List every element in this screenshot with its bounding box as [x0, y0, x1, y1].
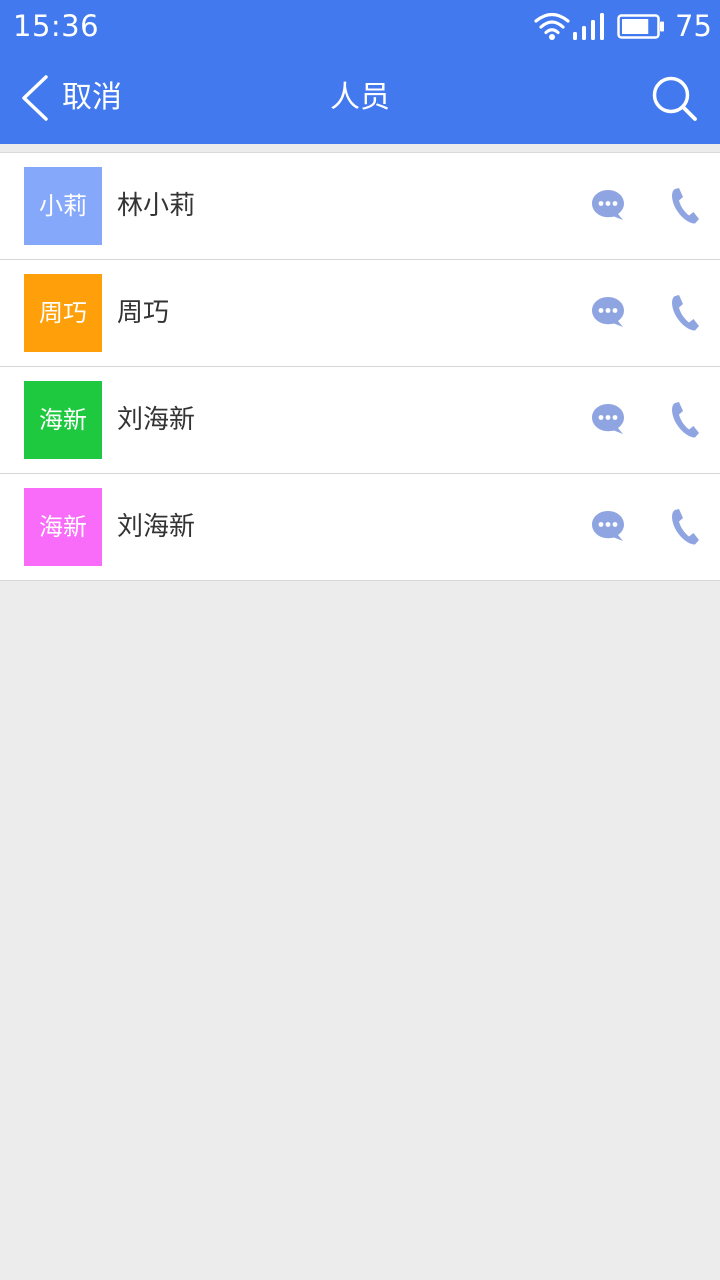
- contact-row[interactable]: 海新 刘海新: [0, 367, 720, 474]
- contact-name: 林小莉: [117, 191, 196, 221]
- phone-icon[interactable]: [668, 508, 700, 546]
- contact-list: 小莉 林小莉 周巧 周巧 海新 刘海新 海新 刘海新: [0, 152, 720, 581]
- avatar: 海新: [24, 381, 102, 459]
- status-bar: 15:36 75: [0, 0, 720, 52]
- contact-name: 周巧: [117, 298, 170, 328]
- back-chevron-icon: [22, 75, 48, 121]
- avatar: 海新: [24, 488, 102, 566]
- phone-icon[interactable]: [668, 401, 700, 439]
- chat-bubble-icon[interactable]: [590, 294, 626, 330]
- signal-icon: [573, 13, 604, 40]
- battery-level-text: 75: [675, 9, 712, 43]
- contact-row[interactable]: 小莉 林小莉: [0, 153, 720, 260]
- chat-bubble-icon[interactable]: [590, 508, 626, 544]
- avatar: 周巧: [24, 274, 102, 352]
- cancel-button[interactable]: 取消: [18, 72, 122, 124]
- wifi-icon: [534, 12, 570, 40]
- page-title: 人员: [330, 80, 390, 115]
- cancel-label: 取消: [62, 80, 122, 115]
- battery-icon: [617, 14, 664, 39]
- status-time: 15:36: [13, 9, 100, 43]
- phone-icon[interactable]: [668, 187, 700, 225]
- contact-row[interactable]: 周巧 周巧: [0, 260, 720, 367]
- contact-name: 刘海新: [117, 405, 196, 435]
- search-icon[interactable]: [650, 74, 698, 122]
- nav-bar: 取消 人员: [0, 52, 720, 144]
- contact-name: 刘海新: [117, 512, 196, 542]
- app-header: 15:36 75 取消 人员: [0, 0, 720, 144]
- chat-bubble-icon[interactable]: [590, 401, 626, 437]
- phone-icon[interactable]: [668, 294, 700, 332]
- chat-bubble-icon[interactable]: [590, 187, 626, 223]
- contact-row[interactable]: 海新 刘海新: [0, 474, 720, 581]
- avatar: 小莉: [24, 167, 102, 245]
